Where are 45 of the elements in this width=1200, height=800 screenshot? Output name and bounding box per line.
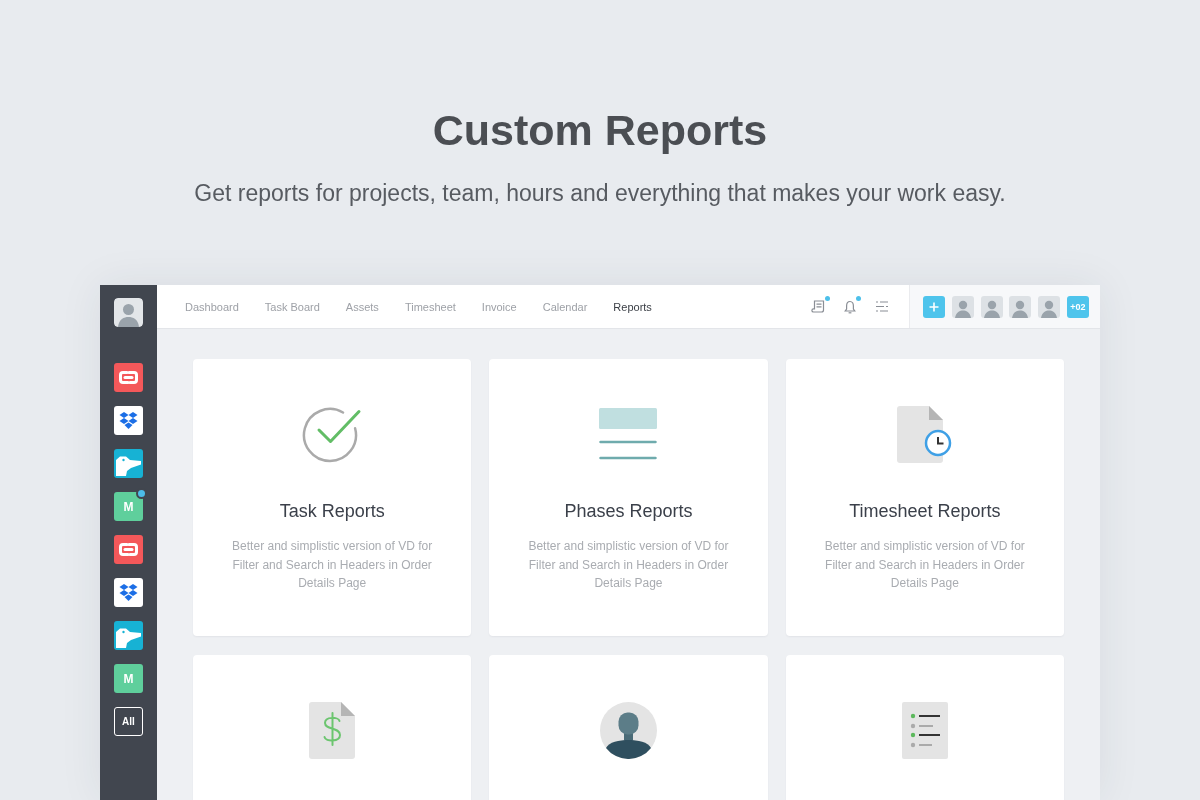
report-card[interactable]: Phases Reports Better and simplistic version of VD for Filter and Search in Headers in Order Details Page	[489, 359, 768, 636]
page-title: Custom Reports	[432, 105, 768, 156]
checkmark-circle-icon	[302, 405, 363, 463]
card-description: Better and simplistic version of VD for Filter and Search in Headers in Order Details Page	[823, 538, 1026, 592]
avatar-icon[interactable]	[114, 298, 143, 327]
card-title: Timesheet Reports	[849, 500, 1001, 523]
card-description: Better and simplistic version of VD for Filter and Search in Headers in Order Details Page	[231, 538, 434, 592]
box-icon[interactable]	[114, 406, 143, 435]
avatar-icon[interactable]	[1038, 295, 1061, 318]
nav-tab[interactable]: Calendar	[529, 285, 601, 328]
card-description: Better and simplistic version of VD for Filter and Search in Headers in Order Details Page	[527, 538, 730, 592]
page-subtitle: Get reports for projects, team, hours and everything that makes your work easy.	[194, 179, 1006, 208]
checklist-icon	[901, 701, 948, 759]
user-icon	[600, 701, 657, 759]
bell-icon[interactable]	[844, 299, 856, 314]
document-dollar-icon	[309, 701, 356, 759]
chain-link-icon[interactable]	[114, 363, 143, 392]
sliders-icon[interactable]	[875, 301, 889, 312]
plus-icon	[929, 301, 939, 312]
more-members-button[interactable]: +02	[1067, 295, 1089, 318]
app-button[interactable]: M	[114, 664, 143, 693]
note-icon[interactable]	[811, 300, 825, 313]
card-title: Task Reports	[279, 500, 385, 523]
nav-tab[interactable]: Assets	[332, 285, 392, 328]
box-icon[interactable]	[114, 578, 143, 607]
nav-tab[interactable]: Invoice	[468, 285, 530, 328]
app-button[interactable]: M	[114, 492, 143, 521]
avatar-icon[interactable]	[980, 295, 1003, 318]
nav-tab[interactable]: Dashboard	[172, 285, 252, 328]
text-lines-icon	[599, 408, 658, 460]
nav-tab[interactable]: Task Board	[251, 285, 333, 328]
avatar-icon[interactable]	[951, 295, 974, 318]
bird-icon[interactable]	[114, 621, 143, 650]
report-card[interactable]: Timesheet Reports Better and simplistic version of VD for Filter and Search in Headers in Order Details Page	[785, 359, 1064, 636]
all-apps-button[interactable]: All	[114, 707, 143, 736]
document-clock-icon	[896, 405, 953, 463]
avatar-icon[interactable]	[1009, 295, 1032, 318]
card-title: Phases Reports	[564, 500, 693, 523]
report-card[interactable]: Task Reports Better and simplistic version of VD for Filter and Search in Headers in Order Details Page	[193, 359, 472, 636]
bird-icon[interactable]	[114, 449, 143, 478]
nav-tab[interactable]: Timesheet	[391, 285, 469, 328]
nav-tab[interactable]: Reports	[600, 285, 665, 328]
chain-link-icon[interactable]	[114, 535, 143, 564]
report-card[interactable]	[489, 655, 768, 800]
add-button[interactable]	[923, 295, 945, 318]
